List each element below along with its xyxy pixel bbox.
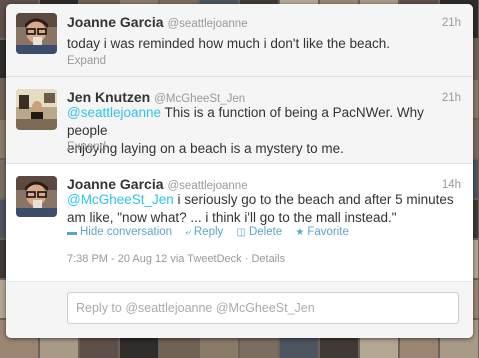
tweet-text: @McGheeSt_Jen i seriously go to the beac… <box>67 191 465 227</box>
hide-conversation-label: Hide conversation <box>80 226 173 238</box>
tweet-text-line: enjoying laying on a beach is a mystery … <box>67 141 344 156</box>
reply-input[interactable]: Reply to @seattlejoanne @McGheeSt_Jen <box>67 292 459 324</box>
tweet-actions: ▬ Hide conversation ⤶ Reply ◫ Delete ★ Favor… <box>67 226 359 238</box>
favorite-button[interactable]: ★ Favorite <box>295 226 349 238</box>
author-name[interactable]: Joanne Garcia @seattlejoanne <box>67 176 248 192</box>
screen-name[interactable]: @seattlejoanne <box>168 18 248 30</box>
expand-link[interactable]: Expand <box>67 141 106 153</box>
reply-label: Reply <box>193 226 224 238</box>
display-name[interactable]: Jen Knutzen <box>67 89 150 105</box>
reply-area: Reply to @seattlejoanne @McGheeSt_Jen <box>6 281 473 338</box>
display-name[interactable]: Joanne Garcia <box>67 14 164 30</box>
tweet-item-expanded[interactable]: Joanne Garcia @seattlejoanne 14h @McGheeS… <box>6 164 473 281</box>
star-icon: ★ <box>295 227 305 238</box>
conversation-panel: Joanne Garcia @seattlejoanne 21h today i … <box>6 4 473 338</box>
delete-button[interactable]: ◫ Delete <box>236 226 282 238</box>
timestamp[interactable]: 14h <box>442 179 461 191</box>
trash-icon: ◫ <box>236 227 246 238</box>
expand-link[interactable]: Expand <box>67 55 106 67</box>
tweet-meta[interactable]: 7:38 PM - 20 Aug 12 via TweetDeck · Deta… <box>67 253 285 265</box>
author-name[interactable]: Jen Knutzen @McGheeSt_Jen <box>67 89 245 105</box>
reply-button[interactable]: ⤶ Reply <box>185 226 223 238</box>
timestamp[interactable]: 21h <box>442 17 461 29</box>
reply-arrow-icon: ⤶ <box>185 227 191 238</box>
avatar[interactable] <box>16 13 57 54</box>
tweet-item[interactable]: Jen Knutzen @McGheeSt_Jen 21h @seattlejoa… <box>6 77 473 164</box>
mention-link[interactable]: @McGheeSt_Jen <box>67 192 174 207</box>
favorite-label: Favorite <box>307 226 349 238</box>
author-name[interactable]: Joanne Garcia @seattlejoanne <box>67 14 248 30</box>
tweet-text: today i was reminded how much i don't li… <box>67 36 391 51</box>
tweet-text-line: i seriously go to the beach and after 5 … <box>173 192 454 207</box>
mention-link[interactable]: @seattlejoanne <box>67 105 161 120</box>
avatar[interactable] <box>16 89 57 130</box>
avatar[interactable] <box>16 176 57 217</box>
speech-bubble-icon: ▬ <box>67 227 77 238</box>
tweet-item[interactable]: Joanne Garcia @seattlejoanne 21h today i … <box>6 4 473 77</box>
display-name[interactable]: Joanne Garcia <box>67 176 164 192</box>
timestamp[interactable]: 21h <box>442 92 461 104</box>
hide-conversation-button[interactable]: ▬ Hide conversation <box>67 226 172 238</box>
tweet-text: @seattlejoanne This is a function of bei… <box>67 104 465 158</box>
delete-label: Delete <box>248 226 283 238</box>
tweet-text-line: am like, "now what? ... i think i'll go … <box>67 210 397 225</box>
